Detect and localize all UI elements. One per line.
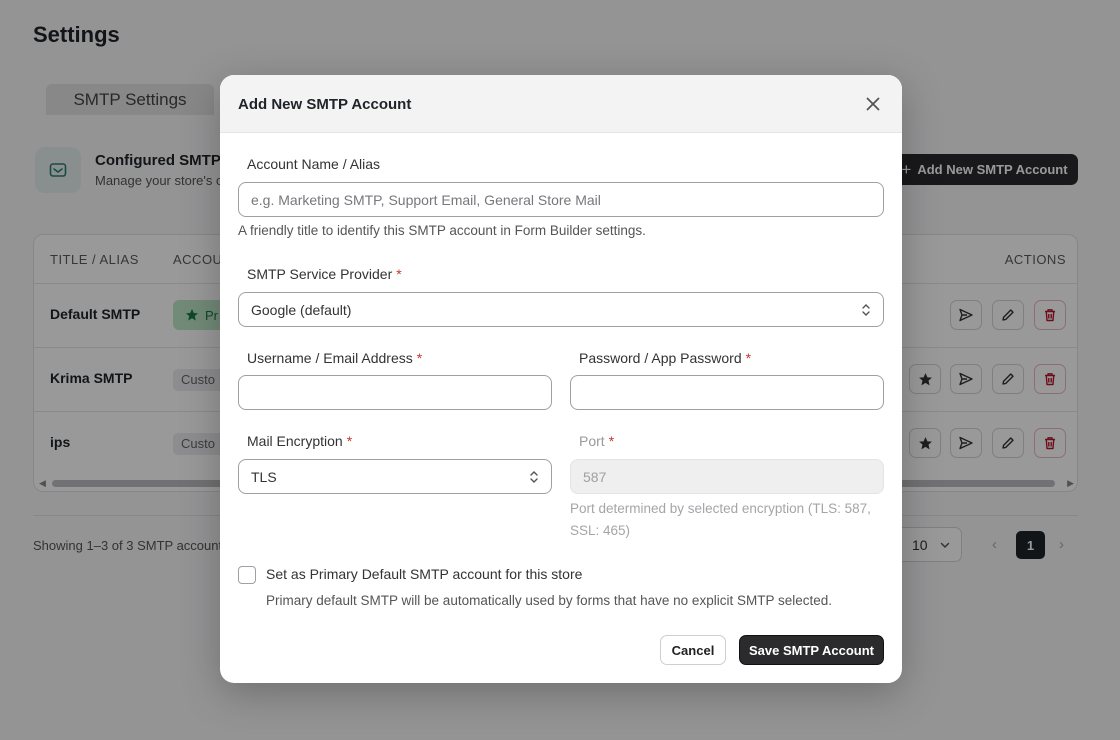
required-mark: * [416, 350, 423, 366]
select-chevrons-icon [530, 470, 538, 483]
primary-default-checkbox[interactable] [238, 566, 256, 584]
username-label-text: Username / Email Address [247, 350, 413, 366]
save-smtp-account-button[interactable]: Save SMTP Account [739, 635, 884, 665]
password-label: Password / App Password * [579, 350, 751, 366]
port-label-text: Port [579, 433, 605, 449]
required-mark: * [396, 266, 402, 282]
account-name-label: Account Name / Alias [247, 156, 380, 172]
account-name-label-text: Account Name / Alias [247, 156, 381, 172]
required-mark: * [346, 433, 353, 449]
encryption-value: TLS [251, 468, 277, 485]
port-help: Port determined by selected encryption (… [570, 501, 871, 538]
provider-select[interactable]: Google (default) [238, 292, 884, 327]
encryption-label-text: Mail Encryption [247, 433, 343, 449]
username-input[interactable] [238, 375, 552, 410]
port-label: Port * [579, 433, 614, 449]
account-name-input[interactable] [238, 182, 884, 217]
provider-label: SMTP Service Provider * [247, 266, 402, 282]
encryption-label: Mail Encryption * [247, 433, 352, 449]
primary-default-label[interactable]: Set as Primary Default SMTP account for … [266, 566, 582, 582]
password-label-text: Password / App Password [579, 350, 742, 366]
encryption-select[interactable]: TLS [238, 459, 552, 494]
primary-default-help: Primary default SMTP will be automatical… [266, 593, 832, 608]
account-name-help: A friendly title to identify this SMTP a… [238, 223, 646, 238]
provider-value: Google (default) [251, 301, 352, 318]
port-input [570, 459, 884, 494]
modal-title: Add New SMTP Account [238, 96, 412, 113]
select-chevrons-icon [862, 303, 870, 316]
add-smtp-account-modal: Add New SMTP Account Account Name / Alia… [220, 75, 902, 683]
close-icon[interactable] [864, 95, 882, 113]
provider-label-text: SMTP Service Provider [247, 266, 393, 282]
password-input[interactable] [570, 375, 884, 410]
username-label: Username / Email Address * [247, 350, 422, 366]
required-mark: * [608, 433, 615, 449]
required-mark: * [745, 350, 752, 366]
modal-header: Add New SMTP Account [220, 75, 902, 133]
cancel-button[interactable]: Cancel [660, 635, 726, 665]
